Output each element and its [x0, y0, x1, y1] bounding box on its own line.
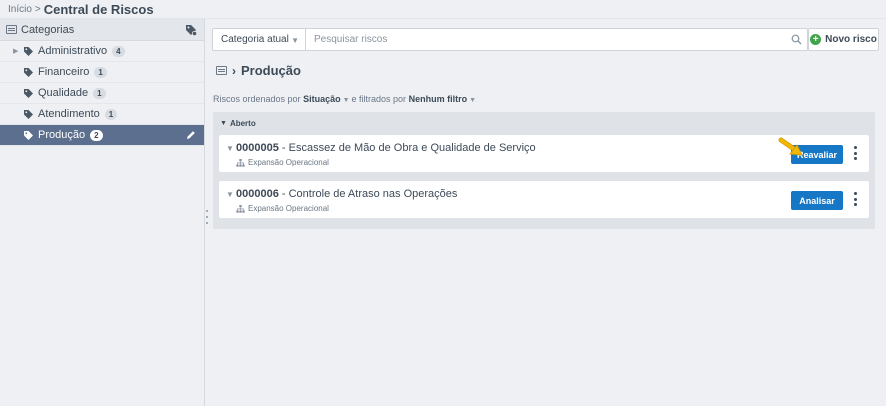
expand-arrow-icon[interactable]: ▶: [13, 47, 23, 55]
risk-title: 0000005 - Escassez de Mão de Obra e Qual…: [236, 142, 536, 154]
tag-icon: [23, 66, 37, 78]
chevron-down-icon[interactable]: ▼: [469, 97, 476, 104]
tag-icon: [23, 108, 37, 120]
risk-area: Expansão Operacional: [236, 204, 329, 213]
sidebar-item-label: Produção: [38, 129, 86, 141]
sidebar-item-label: Financeiro: [38, 66, 90, 78]
sort-prefix: Riscos ordenados por: [213, 94, 301, 104]
page-header-title: Central de Riscos: [43, 1, 154, 17]
list-icon: [6, 25, 17, 34]
count-badge: 4: [112, 45, 125, 57]
risk-card[interactable]: ▼ 0000005 - Escassez de Mão de Obra e Qu…: [219, 135, 869, 172]
risk-area: Expansão Operacional: [236, 158, 329, 167]
risk-title: 0000006 - Controle de Atraso nas Operaçõ…: [236, 188, 457, 200]
risk-card[interactable]: ▼ 0000006 - Controle de Atraso nas Opera…: [219, 181, 869, 218]
page-title: › Produção: [216, 63, 301, 78]
collapse-arrow-icon[interactable]: ▼: [226, 190, 234, 199]
search-bar: Categoria atual ▼: [212, 28, 808, 51]
tag-icon: [23, 45, 37, 57]
sidebar-item-producao[interactable]: Produção 2: [0, 125, 204, 146]
tag-icon: [23, 129, 37, 141]
risk-group-aberto: ▼ Aberto ▼ 0000005 - Escassez de Mão de …: [213, 112, 875, 229]
group-header[interactable]: ▼ Aberto: [220, 119, 256, 128]
count-badge: 2: [90, 129, 103, 141]
risk-code: 0000006: [236, 188, 279, 200]
chevron-down-icon: ▼: [291, 36, 299, 45]
chevron-right-icon: ›: [232, 63, 236, 78]
new-risk-button[interactable]: + Novo risco: [808, 28, 879, 51]
chevron-down-icon[interactable]: ▼: [343, 97, 350, 104]
org-chart-icon: [236, 204, 245, 213]
breadcrumb: Início > Central de Riscos: [0, 0, 886, 19]
breadcrumb-separator: >: [34, 3, 41, 15]
sidebar-item-financeiro[interactable]: Financeiro 1: [0, 62, 204, 83]
manage-tags-icon[interactable]: [184, 23, 198, 37]
breadcrumb-home-link[interactable]: Início: [8, 4, 32, 15]
sidebar-header-title: Categorias: [21, 23, 75, 36]
sidebar-item-label: Qualidade: [38, 87, 89, 99]
new-risk-label: Novo risco: [825, 34, 877, 45]
scope-select[interactable]: Categoria atual ▼: [213, 29, 306, 50]
sort-filter-line: Riscos ordenados por Situação ▼ e filtrado…: [213, 94, 478, 104]
risk-area-label: Expansão Operacional: [248, 204, 329, 213]
sidebar-item-label: Atendimento: [38, 108, 100, 120]
sidebar-header: Categorias: [0, 19, 204, 41]
more-options-icon[interactable]: [853, 192, 857, 206]
count-badge: 1: [93, 87, 106, 99]
collapse-arrow-icon[interactable]: ▼: [226, 144, 234, 153]
edit-pencil-icon[interactable]: [186, 130, 196, 140]
collapse-arrow-icon[interactable]: ▼: [220, 120, 227, 127]
risk-name: - Escassez de Mão de Obra e Qualidade de…: [281, 142, 536, 154]
tag-icon: [23, 87, 37, 99]
list-icon: [216, 66, 227, 75]
sidebar: Categorias ▶ Administrativo 4 Financeiro…: [0, 19, 205, 406]
count-badge: 1: [94, 66, 107, 78]
category-title: Produção: [241, 63, 301, 78]
risk-code: 0000005: [236, 142, 279, 154]
sort-field-dropdown[interactable]: Situação: [303, 94, 341, 104]
sidebar-item-qualidade[interactable]: Qualidade 1: [0, 83, 204, 104]
search-input[interactable]: [306, 29, 785, 50]
highlight-arrow-icon: [778, 137, 803, 156]
filter-dropdown[interactable]: Nenhum filtro: [409, 94, 468, 104]
sidebar-item-label: Administrativo: [38, 45, 108, 57]
analyze-button[interactable]: Analisar: [791, 191, 843, 210]
scope-select-value: Categoria atual: [221, 34, 289, 45]
plus-icon: +: [810, 34, 822, 45]
sidebar-item-atendimento[interactable]: Atendimento 1: [0, 104, 204, 125]
filter-prefix: e filtrados por: [351, 94, 407, 104]
search-icon[interactable]: [785, 34, 807, 45]
main-content: Categoria atual ▼ + Novo risco › Produçã…: [206, 19, 886, 406]
more-options-icon[interactable]: [853, 146, 857, 160]
org-chart-icon: [236, 158, 245, 167]
group-label: Aberto: [229, 119, 256, 128]
sidebar-item-administrativo[interactable]: ▶ Administrativo 4: [0, 41, 204, 62]
count-badge: 1: [104, 108, 118, 120]
risk-name: - Controle de Atraso nas Operações: [281, 188, 458, 200]
risk-area-label: Expansão Operacional: [248, 158, 329, 167]
